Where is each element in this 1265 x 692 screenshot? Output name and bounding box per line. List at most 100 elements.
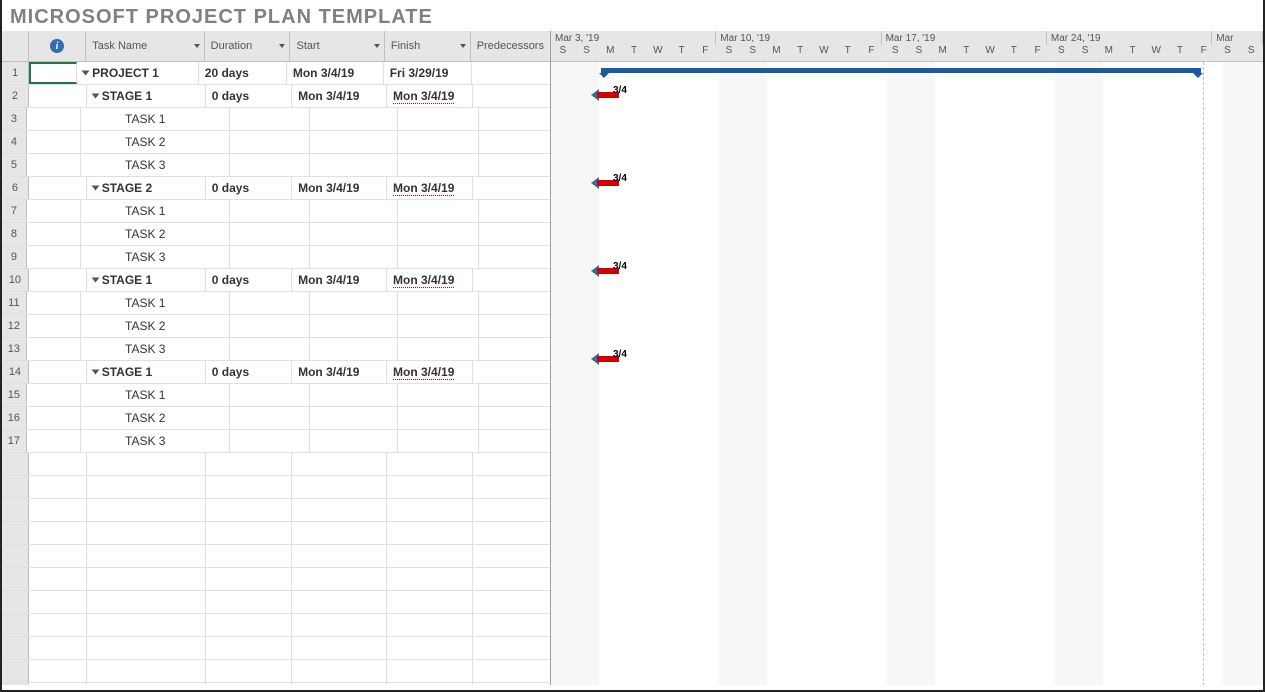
collapse-icon[interactable]	[82, 71, 90, 76]
cell-info[interactable]	[29, 62, 77, 84]
cell-start[interactable]: Mon 3/4/19	[292, 177, 387, 199]
table-row[interactable]: 11TASK 1	[2, 292, 550, 315]
cell-start[interactable]: Mon 3/4/19	[287, 62, 384, 84]
cell-finish[interactable]	[398, 338, 478, 360]
column-header-duration[interactable]: Duration	[205, 31, 291, 61]
cell-duration[interactable]	[230, 200, 310, 222]
cell-start[interactable]	[292, 522, 387, 544]
row-number[interactable]: 17	[2, 430, 27, 452]
cell-start[interactable]	[292, 453, 387, 475]
table-row[interactable]	[2, 568, 550, 591]
cell-task-name[interactable]: STAGE 2	[87, 177, 206, 199]
cell-start[interactable]	[292, 660, 387, 682]
gantt-chart[interactable]: Mar 3, '19Mar 10, '19Mar 17, '19Mar 24, …	[550, 31, 1263, 685]
cell-duration[interactable]: 0 days	[206, 269, 292, 291]
cell-info[interactable]	[29, 269, 87, 291]
cell-duration[interactable]: 0 days	[206, 361, 292, 383]
cell-task-name[interactable]: TASK 2	[81, 407, 230, 429]
row-number[interactable]: 7	[2, 200, 27, 222]
cell-info[interactable]	[29, 683, 87, 685]
cell-info[interactable]	[27, 338, 81, 360]
cell-info[interactable]	[27, 292, 81, 314]
table-row[interactable]: 7TASK 1	[2, 200, 550, 223]
table-row[interactable]	[2, 545, 550, 568]
cell-info[interactable]	[29, 545, 87, 567]
cell-predecessors[interactable]	[479, 154, 550, 176]
cell-duration[interactable]	[206, 637, 292, 659]
cell-task-name[interactable]	[87, 683, 206, 685]
cell-start[interactable]	[310, 292, 398, 314]
cell-task-name[interactable]: TASK 3	[81, 154, 230, 176]
cell-start[interactable]	[310, 223, 398, 245]
cell-start[interactable]	[310, 131, 398, 153]
select-all-corner[interactable]	[2, 31, 29, 61]
cell-predecessors[interactable]	[473, 177, 550, 199]
cell-start[interactable]	[292, 614, 387, 636]
cell-finish[interactable]	[398, 430, 478, 452]
cell-duration[interactable]	[230, 108, 310, 130]
cell-task-name[interactable]	[87, 453, 206, 475]
cell-start[interactable]: Mon 3/4/19	[292, 361, 387, 383]
cell-duration[interactable]	[230, 384, 310, 406]
table-row[interactable]: 9TASK 3	[2, 246, 550, 269]
cell-task-name[interactable]: STAGE 1	[87, 85, 206, 107]
collapse-icon[interactable]	[91, 186, 99, 191]
table-row[interactable]	[2, 614, 550, 637]
row-number[interactable]: 14	[2, 361, 29, 383]
row-number[interactable]	[2, 453, 29, 475]
cell-duration[interactable]	[206, 591, 292, 613]
table-row[interactable]	[2, 522, 550, 545]
cell-task-name[interactable]: TASK 3	[81, 430, 230, 452]
table-row[interactable]: 1PROJECT 120 daysMon 3/4/19Fri 3/29/19	[2, 62, 550, 85]
table-row[interactable]	[2, 476, 550, 499]
cell-predecessors[interactable]	[479, 338, 550, 360]
cell-predecessors[interactable]	[473, 637, 550, 659]
cell-start[interactable]	[292, 683, 387, 685]
row-number[interactable]	[2, 522, 29, 544]
cell-finish[interactable]: Mon 3/4/19	[387, 177, 473, 199]
table-row[interactable]	[2, 591, 550, 614]
cell-start[interactable]	[292, 591, 387, 613]
cell-duration[interactable]	[230, 223, 310, 245]
cell-task-name[interactable]: TASK 3	[81, 246, 230, 268]
cell-start[interactable]	[310, 430, 398, 452]
cell-duration[interactable]	[206, 545, 292, 567]
cell-start[interactable]: Mon 3/4/19	[292, 269, 387, 291]
cell-start[interactable]	[310, 108, 398, 130]
cell-start[interactable]	[292, 545, 387, 567]
cell-finish[interactable]	[387, 660, 473, 682]
column-header-info[interactable]: i	[29, 31, 87, 61]
cell-info[interactable]	[27, 430, 81, 452]
cell-predecessors[interactable]	[479, 200, 550, 222]
cell-predecessors[interactable]	[473, 476, 550, 498]
cell-finish[interactable]: Mon 3/4/19	[387, 85, 473, 107]
cell-finish[interactable]	[387, 591, 473, 613]
cell-predecessors[interactable]	[473, 453, 550, 475]
cell-info[interactable]	[29, 85, 87, 107]
row-number[interactable]: 1	[2, 62, 29, 84]
cell-finish[interactable]	[398, 131, 478, 153]
cell-finish[interactable]	[398, 223, 478, 245]
cell-start[interactable]	[310, 154, 398, 176]
cell-duration[interactable]: 0 days	[206, 177, 292, 199]
cell-duration[interactable]	[206, 683, 292, 685]
cell-task-name[interactable]	[87, 591, 206, 613]
cell-start[interactable]	[292, 637, 387, 659]
column-header-start[interactable]: Start	[290, 31, 384, 61]
cell-finish[interactable]	[387, 453, 473, 475]
cell-task-name[interactable]: TASK 1	[81, 292, 230, 314]
cell-predecessors[interactable]	[479, 407, 550, 429]
cell-finish[interactable]	[398, 315, 478, 337]
row-number[interactable]	[2, 660, 29, 682]
cell-info[interactable]	[29, 522, 87, 544]
column-header-predecessors[interactable]: Predecessors	[471, 31, 550, 61]
collapse-icon[interactable]	[91, 370, 99, 375]
cell-predecessors[interactable]	[473, 269, 550, 291]
cell-finish[interactable]	[387, 683, 473, 685]
cell-duration[interactable]	[230, 338, 310, 360]
table-row[interactable]: 6STAGE 20 daysMon 3/4/19Mon 3/4/19	[2, 177, 550, 200]
table-row[interactable]: 13TASK 3	[2, 338, 550, 361]
cell-predecessors[interactable]	[479, 384, 550, 406]
cell-info[interactable]	[29, 591, 87, 613]
cell-predecessors[interactable]	[473, 85, 550, 107]
